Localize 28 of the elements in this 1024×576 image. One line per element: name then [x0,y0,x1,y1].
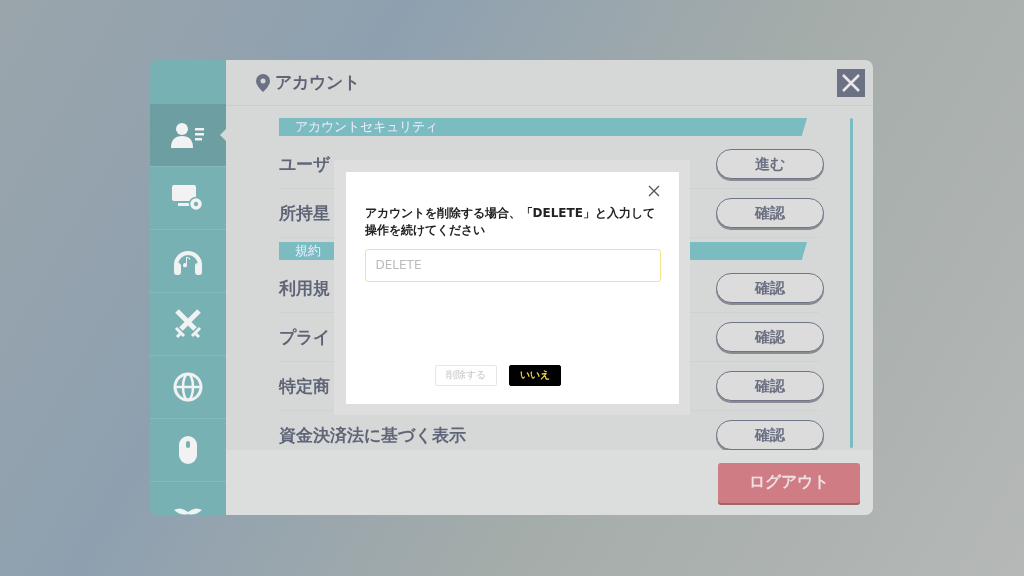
row-label: プライ [279,327,330,347]
sidebar-tab[interactable] [150,104,226,167]
logout-button[interactable]: ログアウト [718,462,860,503]
row-label: 資金決済法に基づく表示 [279,425,466,445]
cancel-button[interactable]: いいえ [509,364,561,386]
row-label: 特定商 [279,376,330,396]
row-button[interactable]: 確認 [716,273,824,303]
close-icon[interactable] [646,183,661,198]
close-button[interactable] [837,68,865,97]
row-button[interactable]: 進む [716,149,824,179]
monitor-gear-icon [172,185,204,211]
input-field[interactable]: DELETE [364,248,661,282]
map-pin-icon [256,73,270,92]
scrollbar[interactable] [850,118,853,448]
row-label: 所持星 [279,203,330,223]
globe-icon [173,372,203,402]
row-button[interactable]: 確認 [716,198,824,228]
row-button[interactable]: 確認 [716,420,824,450]
crossed-swords-icon [173,309,203,339]
dialog-message: アカウントを削除する場合、「DELETE」と入力して操作を続けてください [364,204,656,239]
section-header: アカウントセキュリティ [279,118,807,136]
row-button[interactable]: 確認 [716,371,824,401]
row-button[interactable]: 確認 [716,322,824,352]
row-label: 利用規 [279,278,330,298]
user-list-icon [171,122,205,148]
row-label: ユーザ [279,154,330,174]
mouse-icon [178,435,198,465]
panel-title: アカウント [275,71,361,94]
